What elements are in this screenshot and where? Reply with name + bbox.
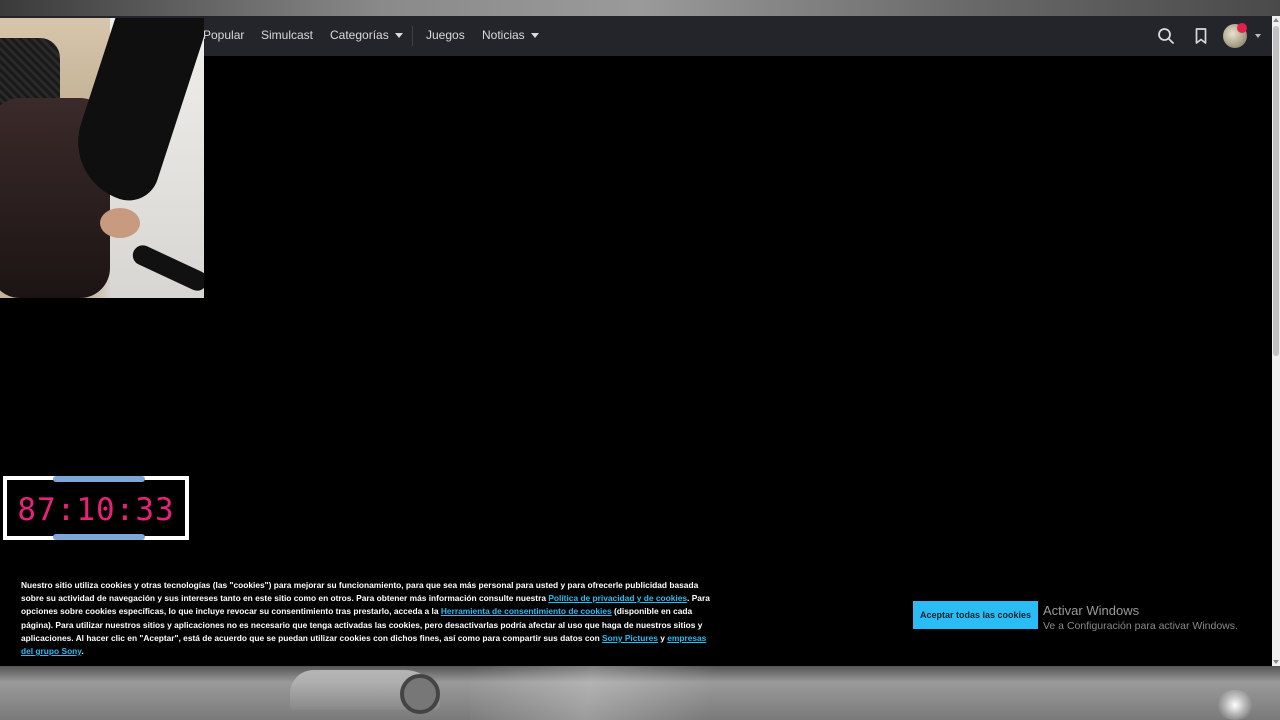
scroll-thumb[interactable] bbox=[1273, 26, 1279, 356]
page-scrollbar[interactable] bbox=[1272, 16, 1280, 666]
nav-item-juegos[interactable]: Juegos bbox=[426, 28, 465, 42]
windows-activation-subtitle: Ve a Configuración para activar Windows. bbox=[1043, 620, 1238, 632]
scroll-up-arrow-icon[interactable] bbox=[1273, 18, 1279, 22]
consent-tool-link[interactable]: Herramienta de consentimiento de cookies bbox=[441, 606, 612, 616]
nav-item-categorias-label: Categorías bbox=[330, 28, 389, 42]
nav-item-noticias[interactable]: Noticias bbox=[482, 28, 539, 42]
bookmark-icon[interactable] bbox=[1191, 26, 1211, 46]
chevron-down-icon bbox=[530, 33, 539, 39]
notification-dot bbox=[1237, 23, 1247, 33]
nav-item-simulcast[interactable]: Simulcast bbox=[261, 28, 313, 42]
backdrop-light-stripe bbox=[470, 666, 770, 720]
stream-backdrop-bottom bbox=[0, 666, 1280, 720]
webcam-overlay bbox=[0, 18, 204, 298]
nav-divider bbox=[412, 26, 413, 46]
cookie-banner-text: Nuestro sitio utiliza cookies y otras te… bbox=[21, 579, 711, 658]
accept-cookies-button[interactable]: Aceptar todas las cookies bbox=[913, 601, 1038, 629]
backdrop-wheel bbox=[400, 674, 440, 714]
cookie-text-part: y bbox=[657, 632, 668, 643]
timer-bar-top bbox=[53, 476, 145, 482]
privacy-policy-link[interactable]: Política de privacidad y de cookies bbox=[548, 593, 687, 603]
timer-display: 87:10:33 bbox=[17, 492, 175, 528]
countdown-timer: 87:10:33 bbox=[3, 476, 189, 540]
sony-pictures-link[interactable]: Sony Pictures bbox=[602, 633, 658, 643]
chevron-down-icon[interactable] bbox=[1255, 34, 1261, 38]
chevron-down-icon bbox=[394, 33, 403, 39]
windows-activation-title: Activar Windows bbox=[1043, 603, 1140, 618]
backdrop-glow bbox=[1215, 690, 1255, 720]
nav-item-noticias-label: Noticias bbox=[482, 28, 525, 42]
search-icon[interactable] bbox=[1156, 26, 1176, 46]
webcam-hand bbox=[100, 208, 140, 238]
scroll-down-arrow-icon[interactable] bbox=[1273, 660, 1279, 664]
cookie-text-part: . bbox=[81, 646, 84, 657]
timer-bar-bottom bbox=[53, 534, 145, 540]
stream-backdrop-top bbox=[0, 0, 1280, 16]
nav-item-categorias[interactable]: Categorías bbox=[330, 28, 403, 42]
nav-item-popular[interactable]: Popular bbox=[203, 28, 244, 42]
